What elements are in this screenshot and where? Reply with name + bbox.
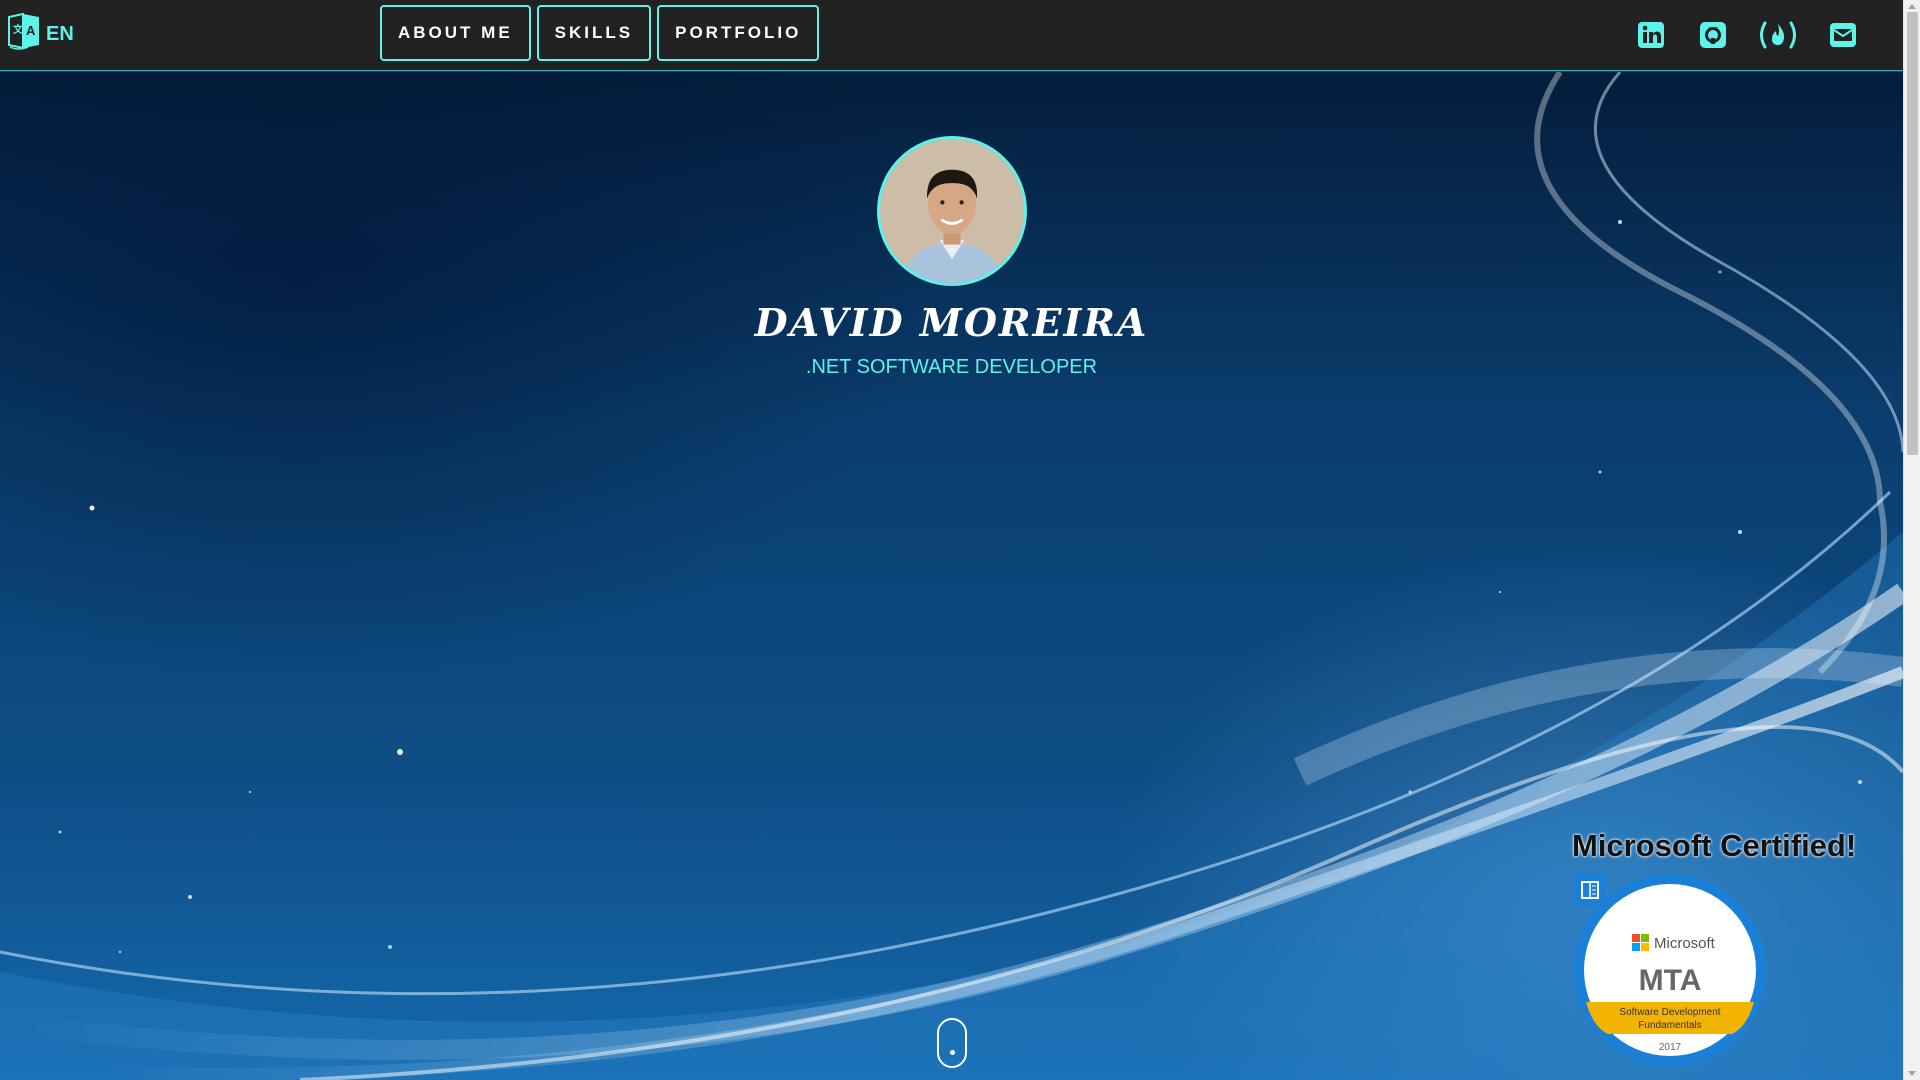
mouse-wheel-dot	[950, 1050, 955, 1055]
scroll-thumb[interactable]	[1907, 12, 1918, 455]
svg-text:A: A	[26, 23, 36, 38]
badge-year: 2017	[1659, 1042, 1682, 1053]
github-icon[interactable]	[1695, 18, 1731, 52]
certification-title: Microsoft Certified!	[1572, 828, 1857, 863]
freecodecamp-icon[interactable]	[1757, 18, 1799, 52]
language-selector[interactable]: 文 A EN	[6, 12, 74, 56]
badge-brand: Microsoft	[1654, 935, 1716, 952]
language-label: EN	[46, 22, 74, 45]
nav-about-me-button[interactable]: ABOUT ME	[380, 5, 531, 61]
page-scrollbar[interactable]	[1903, 0, 1920, 1080]
svg-text:文: 文	[13, 23, 24, 36]
profile-name: DAVID MOREIRA	[754, 300, 1149, 345]
profile-role: .NET SOFTWARE DEVELOPER	[805, 356, 1098, 378]
translate-icon: 文 A	[6, 11, 42, 57]
mouse-scroll-icon[interactable]	[937, 1018, 967, 1068]
scroll-down-arrow-icon[interactable]	[1908, 1071, 1916, 1076]
badge-code: MTA	[1639, 964, 1702, 997]
social-links	[1633, 18, 1861, 52]
nav-portfolio-button[interactable]: PORTFOLIO	[657, 5, 820, 61]
linkedin-icon[interactable]	[1633, 18, 1669, 52]
top-navigation-bar: 文 A EN ABOUT ME SKILLS PORTFOLIO	[0, 0, 1903, 71]
hero-section: DAVID MOREIRA .NET SOFTWARE DEVELOPER Mi…	[0, 72, 1903, 1080]
profile-avatar	[877, 136, 1027, 286]
badge-subject-line1: Software Development	[1619, 1007, 1720, 1018]
scroll-up-arrow-icon[interactable]	[1908, 4, 1916, 9]
nav-skills-button[interactable]: SKILLS	[536, 5, 652, 61]
mta-certification-badge[interactable]: Microsoft MTA Software Development Funda…	[1572, 872, 1768, 1068]
badge-subject-line2: Fundamentals	[1638, 1020, 1701, 1031]
main-nav: ABOUT ME SKILLS PORTFOLIO	[380, 5, 820, 61]
envelope-icon[interactable]	[1825, 18, 1861, 52]
